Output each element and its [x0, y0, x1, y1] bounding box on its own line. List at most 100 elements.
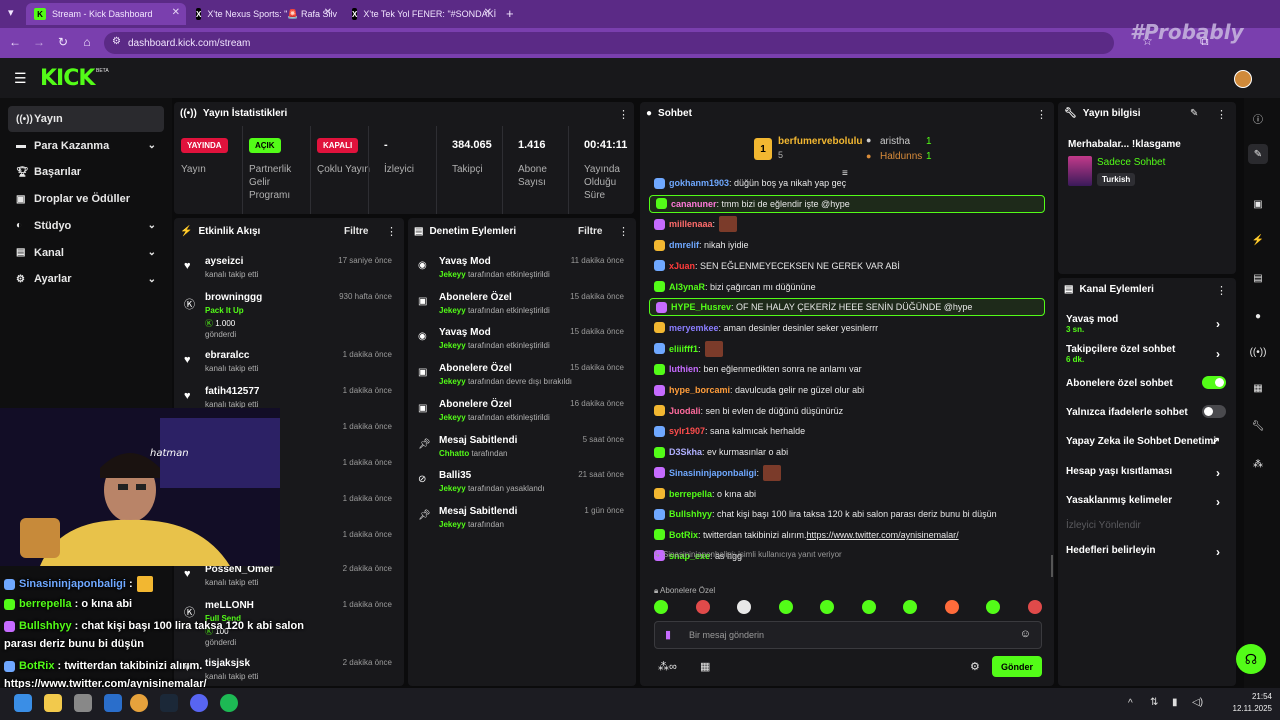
- clock-time[interactable]: 21:54: [1228, 692, 1272, 701]
- moderation-more-icon[interactable]: ⋮: [618, 225, 629, 238]
- top-gifter-name[interactable]: berfumervebolulu: [778, 136, 862, 147]
- tab-list-icon[interactable]: ▾: [8, 6, 14, 19]
- toggle-switch[interactable]: [1202, 405, 1226, 418]
- chat-username[interactable]: gokhanm1903: [669, 178, 729, 188]
- moderator-name[interactable]: Jekeyy: [439, 270, 466, 279]
- chevron-right-icon[interactable]: ›: [1216, 347, 1220, 361]
- sidebar-item-5[interactable]: ◐ Stüdyo ⌄: [8, 213, 164, 239]
- chevron-right-icon[interactable]: ›: [1216, 466, 1220, 480]
- moderation-filter-button[interactable]: Filtre: [578, 226, 602, 237]
- new-tab-icon[interactable]: +: [506, 6, 514, 21]
- channel-action-item[interactable]: Yasaklanmış kelimeler ›: [1066, 495, 1230, 521]
- channel-action-item[interactable]: Takipçilere özel sohbet 6 dk. ›: [1066, 344, 1230, 370]
- app-icon[interactable]: [104, 694, 122, 712]
- lightning-icon[interactable]: ⚡: [1248, 230, 1268, 250]
- chevron-down-icon[interactable]: ⌄: [148, 220, 156, 231]
- moderation-item[interactable]: 📌︎ Mesaj Sabitlendi Jekeyy tarafından 1 gün…: [414, 504, 634, 538]
- app-icon[interactable]: [74, 694, 92, 712]
- hamburger-menu-icon[interactable]: ☰: [14, 70, 27, 87]
- chat-username[interactable]: xJuan: [669, 261, 695, 271]
- sidebar-item-4[interactable]: ▣ Droplar ve Ödüller: [8, 186, 164, 212]
- discord-icon[interactable]: [190, 694, 208, 712]
- chat-settings-icon[interactable]: ⚙: [970, 660, 980, 673]
- chat-username[interactable]: D3Skha: [669, 447, 702, 457]
- close-tab-icon[interactable]: ✕: [172, 7, 180, 18]
- activity-more-icon[interactable]: ⋮: [386, 225, 397, 238]
- chat-message[interactable]: gokhanm1903: düğün boş ya nikah yap geç: [654, 176, 846, 192]
- chevron-down-icon[interactable]: ⌄: [148, 274, 156, 285]
- moderator-name[interactable]: Jekeyy: [439, 520, 466, 529]
- channel-action-item[interactable]: Yavaş mod 3 sn. ›: [1066, 314, 1230, 340]
- channel-action-item[interactable]: Yalnızca ifadelerle sohbet: [1066, 405, 1230, 433]
- activity-username[interactable]: browninggg: [205, 292, 262, 303]
- moderation-item[interactable]: ▣ Abonelere Özel Jekeyy tarafından etkinle…: [414, 397, 634, 431]
- reload-icon[interactable]: ↻: [54, 33, 72, 51]
- activity-username[interactable]: ebraralcc: [205, 350, 249, 361]
- volume-icon[interactable]: ◁): [1192, 697, 1203, 708]
- spotify-icon[interactable]: [220, 694, 238, 712]
- chat-message[interactable]: Juodali: sen bi evlen de düğünü düşünürü…: [654, 402, 843, 420]
- file-explorer-icon[interactable]: [44, 694, 62, 712]
- chat-username[interactable]: Bullshhyy: [669, 509, 712, 519]
- wrench-icon[interactable]: 🔧︎: [1248, 416, 1268, 436]
- chat-scrollbar[interactable]: [1051, 555, 1053, 577]
- chat-username[interactable]: dmrelif: [669, 240, 699, 250]
- emote-icon[interactable]: [695, 600, 710, 614]
- category-name[interactable]: Sadece Sohbet: [1097, 157, 1165, 168]
- emote-icon[interactable]: [737, 600, 751, 614]
- moderator-name[interactable]: Jekeyy: [439, 306, 466, 315]
- moderation-item[interactable]: ⊘ Balli35 Jekeyy tarafından yasaklandı 21 s…: [414, 468, 634, 502]
- close-tab-icon[interactable]: ✕: [484, 7, 492, 18]
- activity-username[interactable]: fatih412577: [205, 386, 259, 397]
- edit-icon[interactable]: ✎: [1248, 144, 1268, 164]
- chat-message[interactable]: meryemkee: aman desinler desinler seker …: [654, 319, 878, 337]
- chat-message[interactable]: Al3ynaR: bizi çağırcan mı düğününe: [654, 278, 816, 296]
- moderator-name[interactable]: Jekeyy: [439, 341, 466, 350]
- send-button[interactable]: Gönder: [992, 656, 1042, 677]
- kick-logo[interactable]: KICK: [40, 66, 95, 91]
- info-icon[interactable]: ⓘ: [1248, 108, 1268, 128]
- channel-action-item[interactable]: Yapay Zeka ile Sohbet Denetimi ↗: [1066, 436, 1230, 462]
- category-thumbnail[interactable]: [1068, 156, 1092, 186]
- layout-icon[interactable]: ▦: [1248, 378, 1268, 398]
- emote-icon[interactable]: [903, 600, 917, 614]
- crop-icon[interactable]: ▣: [1248, 194, 1268, 214]
- second-gifter-name[interactable]: aristha: [880, 136, 910, 147]
- channel-action-item[interactable]: Hedefleri belirleyin ›: [1066, 545, 1230, 571]
- emote-icon[interactable]: [986, 600, 1000, 614]
- moderator-name[interactable]: Chhatto: [439, 449, 469, 458]
- chat-username[interactable]: Al3ynaR: [669, 282, 705, 292]
- emote-icon[interactable]: [654, 600, 668, 614]
- activity-username[interactable]: meLLONH: [205, 600, 254, 611]
- clipboard-icon[interactable]: ▤: [1248, 268, 1268, 288]
- emoji-picker-icon[interactable]: ☺: [1020, 628, 1031, 640]
- chat-message[interactable]: D3Skha: ev kurmasınlar o abi: [654, 443, 788, 461]
- support-headset-icon[interactable]: ☊: [1236, 644, 1266, 674]
- chat-message[interactable]: Sinasininjaponbaligi:: [654, 464, 782, 482]
- moderation-item[interactable]: ◉ Yavaş Mod Jekeyy tarafından etkinleştiri…: [414, 325, 634, 359]
- windows-start-icon[interactable]: [14, 694, 32, 712]
- moderator-name[interactable]: Jekeyy: [439, 377, 466, 386]
- chat-username[interactable]: HYPE_Husrev: [671, 302, 731, 312]
- chevron-right-icon[interactable]: ›: [1216, 495, 1220, 509]
- third-gifter-name[interactable]: Haldunns: [880, 151, 922, 162]
- moderation-item[interactable]: ▣ Abonelere Özel Jekeyy tarafından devre d…: [414, 361, 634, 395]
- chat-username[interactable]: miillenaaa: [669, 219, 713, 229]
- chat-message[interactable]: hype_borcami: davulcuda gelir ne güzel o…: [654, 381, 864, 399]
- sidebar-item-1[interactable]: ((•)) Yayın: [8, 106, 164, 132]
- chat-message[interactable]: HYPE_Husrev: OF NE HALAY ÇEKERİZ HEEE SE…: [649, 298, 1045, 317]
- channel-action-item[interactable]: Abonelere özel sohbet: [1066, 376, 1230, 404]
- external-link-icon[interactable]: ↗: [1212, 436, 1220, 447]
- microphone-icon[interactable]: ▮: [665, 628, 671, 641]
- widgets-icon[interactable]: ⁂: [1248, 454, 1268, 474]
- moderation-item[interactable]: 📌︎ Mesaj Sabitlendi Chhatto tarafından 5 sa…: [414, 433, 634, 467]
- chat-tools-icon[interactable]: ⁂∞: [658, 660, 677, 673]
- moderation-item[interactable]: ▣ Abonelere Özel Jekeyy tarafından etkinle…: [414, 290, 634, 324]
- channel-action-item[interactable]: Hesap yaşı kısıtlaması ›: [1066, 466, 1230, 492]
- emote-icon[interactable]: [861, 600, 876, 614]
- chat-username[interactable]: hype_borcami: [669, 385, 730, 395]
- emote-icon[interactable]: [778, 600, 793, 614]
- sidebar-item-3[interactable]: 🏆︎ Başarılar: [8, 159, 164, 185]
- emote-icon[interactable]: [820, 600, 834, 614]
- close-tab-icon[interactable]: ✕: [324, 7, 332, 18]
